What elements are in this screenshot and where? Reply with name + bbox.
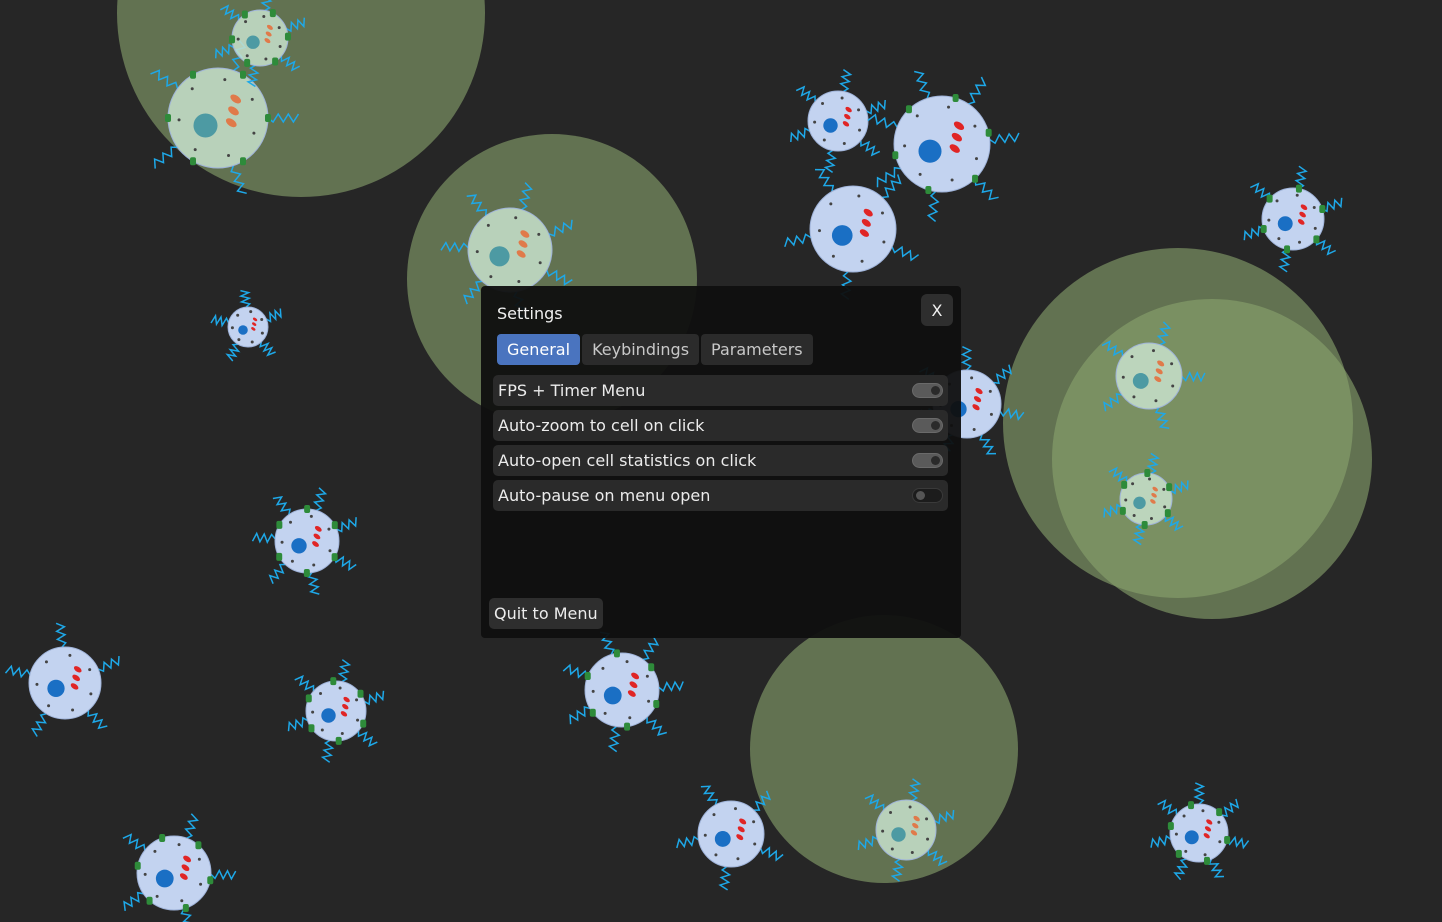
- option-label: Auto-zoom to cell on click: [498, 416, 705, 435]
- cell[interactable]: [4, 622, 120, 737]
- tab-parameters[interactable]: Parameters: [701, 334, 813, 365]
- tab-bar: General Keybindings Parameters: [497, 334, 813, 365]
- toggle-knob: [931, 456, 940, 465]
- option-label: Auto-pause on menu open: [498, 486, 711, 505]
- option-auto-zoom[interactable]: Auto-zoom to cell on click: [493, 410, 948, 441]
- cell[interactable]: [251, 487, 357, 595]
- toggle-auto-open-statistics[interactable]: [912, 453, 943, 468]
- toggle-auto-pause[interactable]: [912, 488, 943, 503]
- cell[interactable]: [562, 631, 684, 753]
- option-label: Auto-open cell statistics on click: [498, 451, 757, 470]
- toggle-knob: [931, 386, 940, 395]
- option-label: FPS + Timer Menu: [498, 381, 646, 400]
- cell[interactable]: [790, 68, 886, 174]
- nutrient-zone: [1052, 299, 1372, 619]
- tab-general[interactable]: General: [497, 334, 581, 365]
- tab-keybindings[interactable]: Keybindings: [582, 334, 700, 365]
- option-auto-pause[interactable]: Auto-pause on menu open: [493, 480, 948, 511]
- option-fps-timer-menu[interactable]: FPS + Timer Menu: [493, 375, 948, 406]
- toggle-knob: [916, 491, 925, 500]
- cell[interactable]: [1243, 165, 1343, 273]
- panel-title: Settings: [497, 304, 563, 323]
- toggle-auto-zoom[interactable]: [912, 418, 943, 433]
- settings-panel: Settings X General Keybindings Parameter…: [481, 286, 961, 638]
- close-button[interactable]: X: [921, 294, 953, 326]
- cell[interactable]: [210, 289, 282, 362]
- cell[interactable]: [867, 70, 1020, 222]
- toggle-knob: [931, 421, 940, 430]
- cell[interactable]: [784, 168, 920, 300]
- option-auto-open-statistics[interactable]: Auto-open cell statistics on click: [493, 445, 948, 476]
- quit-to-menu-button[interactable]: Quit to Menu: [489, 598, 603, 629]
- cell[interactable]: [1150, 782, 1250, 881]
- cell[interactable]: [122, 813, 237, 922]
- toggle-fps-timer-menu[interactable]: [912, 383, 943, 398]
- cell[interactable]: [287, 659, 385, 763]
